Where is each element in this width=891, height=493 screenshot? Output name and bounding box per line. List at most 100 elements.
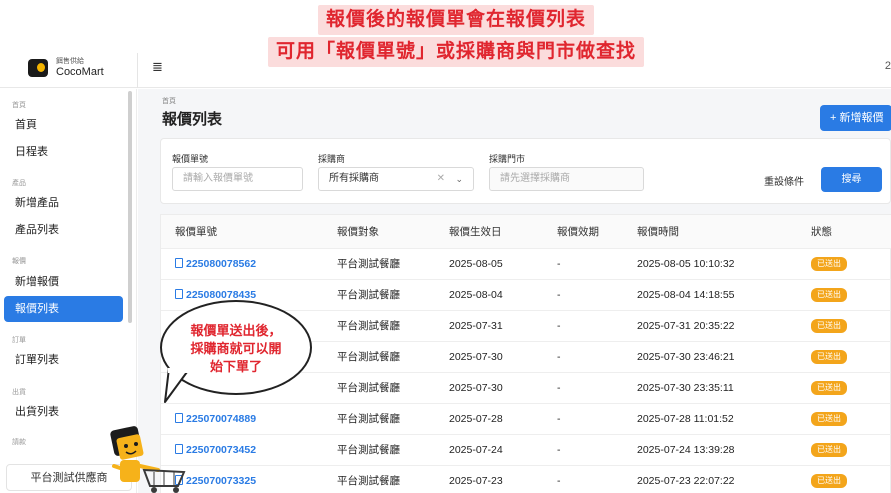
brand-name: CocoMart <box>56 65 104 78</box>
cell-status: 已送出 <box>811 404 847 435</box>
filter-panel: 報價單號 請輸入報價單號 採購商 所有採購商 ✕ ⌄ 採購門市 請先選擇採購商 … <box>160 138 891 204</box>
brand[interactable]: 餌售供給 CocoMart <box>28 58 104 78</box>
header-effective[interactable]: 報價生效日 <box>449 215 502 249</box>
quote-no-link[interactable]: 225080078562 <box>186 258 256 270</box>
cell-effective-date: 2025-08-05 <box>449 258 503 270</box>
cell-status: 已送出 <box>811 373 847 404</box>
cell-validity: - <box>557 444 561 456</box>
cell-target: 平台測試餐廳 <box>337 320 400 332</box>
breadcrumb[interactable]: 首頁 <box>162 96 176 106</box>
cell-target: 平台測試餐廳 <box>337 413 400 425</box>
speech-bubble-text: 報價單送出後， 採購商就可以開 始下單了 <box>172 322 300 376</box>
cell-validity: - <box>557 475 561 487</box>
quote-no-label: 報價單號 <box>172 154 209 164</box>
cell-validity: - <box>557 320 561 332</box>
table-row[interactable]: 225070074889 平台測試餐廳 2025-07-28 - 2025-07-28 … <box>161 404 891 435</box>
cell-effective-date: 2025-07-23 <box>449 475 503 487</box>
status-badge: 已送出 <box>811 257 847 272</box>
cell-quote-time: 2025-07-28 11:01:52 <box>637 413 734 425</box>
cell-target: 平台測試餐廳 <box>337 289 400 301</box>
clear-icon[interactable]: ✕ <box>437 168 445 190</box>
cell-status: 已送出 <box>811 311 847 342</box>
sidebar-item-schedule[interactable]: 日程表 <box>4 139 123 165</box>
sidebar-item-order-list[interactable]: 訂單列表 <box>4 347 123 373</box>
cell-target: 平台測試餐廳 <box>337 258 400 270</box>
status-badge: 已送出 <box>811 350 847 365</box>
cell-target: 平台測試餐廳 <box>337 382 400 394</box>
sidebar-item-quote-list[interactable]: 報價列表 <box>4 296 123 322</box>
cell-quote-time: 2025-07-30 23:35:11 <box>637 382 734 394</box>
sidebar-item-product-list[interactable]: 產品列表 <box>4 217 123 243</box>
status-badge: 已送出 <box>811 288 847 303</box>
cell-validity: - <box>557 289 561 301</box>
cell-target: 平台測試餐廳 <box>337 475 400 487</box>
bubble-line-3: 始下單了 <box>209 359 262 374</box>
cell-validity: - <box>557 351 561 363</box>
sidebar-item-new-product[interactable]: 新增產品 <box>4 190 123 216</box>
mascot-shopping-cart-icon <box>110 426 186 493</box>
cell-effective-date: 2025-07-31 <box>449 320 503 332</box>
store-select[interactable]: 請先選擇採購商 <box>489 167 644 191</box>
status-badge: 已送出 <box>811 474 847 489</box>
cell-quote-time: 2025-07-23 22:07:22 <box>637 475 735 487</box>
header-status[interactable]: 狀態 <box>811 215 832 249</box>
add-quote-button[interactable]: + 新增報價 <box>820 105 891 131</box>
buyer-select[interactable]: 所有採購商 ✕ ⌄ <box>318 167 474 191</box>
brand-text: 餌售供給 CocoMart <box>56 58 104 78</box>
cell-validity: - <box>557 413 561 425</box>
banner-line-1: 報價後的報價單會在報價列表 <box>317 5 594 35</box>
bubble-line-2: 採購商就可以開 <box>190 341 282 356</box>
table-row[interactable]: 225080078562 平台測試餐廳 2025-08-05 - 2025-08-05 … <box>161 249 891 280</box>
table-header: 報價單號 報價對象 報價生效日 報價效期 報價時間 狀態 <box>161 215 891 249</box>
menu-collapse-icon[interactable]: ≣ <box>152 59 163 75</box>
sidebar-group-ship: 出貨 <box>12 389 26 396</box>
quote-no-input[interactable]: 請輸入報價單號 <box>172 167 303 191</box>
table-row[interactable]: 225070073452 平台測試餐廳 2025-07-24 - 2025-07-24 … <box>161 435 891 466</box>
cell-quote-no[interactable]: 225080078562 <box>175 249 256 280</box>
cell-status: 已送出 <box>811 466 847 493</box>
cell-quote-time: 2025-08-05 10:10:32 <box>637 258 735 270</box>
cell-target: 平台測試餐廳 <box>337 444 400 456</box>
document-icon <box>175 258 183 268</box>
sidebar-scrollbar[interactable] <box>128 91 132 323</box>
quote-no-link[interactable]: 225070074889 <box>186 413 256 425</box>
cell-effective-date: 2025-07-28 <box>449 413 503 425</box>
reset-filters-button[interactable]: 重設條件 <box>764 173 804 188</box>
header-validity[interactable]: 報價效期 <box>557 215 599 249</box>
header-quote-no[interactable]: 報價單號 <box>175 215 217 249</box>
sidebar-group-product: 產品 <box>12 180 26 187</box>
sidebar-group-order: 訂單 <box>12 337 26 344</box>
buyer-select-value: 所有採購商 <box>329 173 379 184</box>
brand-subtitle: 餌售供給 <box>56 58 84 65</box>
quote-no-link[interactable]: 225070073452 <box>186 444 256 456</box>
cell-status: 已送出 <box>811 435 847 466</box>
annotation-banner: 報價後的報價單會在報價列表 可用「報價單號」或採購商與門市做查找 <box>243 5 669 67</box>
search-button[interactable]: 搜尋 <box>821 167 882 192</box>
cell-effective-date: 2025-07-24 <box>449 444 503 456</box>
buyer-label: 採購商 <box>318 154 346 164</box>
header-time[interactable]: 報價時間 <box>637 215 679 249</box>
cell-effective-date: 2025-08-04 <box>449 289 503 301</box>
quote-no-link[interactable]: 225080078435 <box>186 289 256 301</box>
status-badge: 已送出 <box>811 443 847 458</box>
status-badge: 已送出 <box>811 381 847 396</box>
quote-no-link[interactable]: 225070073325 <box>186 475 256 487</box>
bubble-line-1: 報價單送出後， <box>190 323 282 338</box>
cell-validity: - <box>557 258 561 270</box>
sidebar-group-reconcile: 請款 <box>12 439 26 446</box>
header-target[interactable]: 報價對象 <box>337 215 379 249</box>
cell-quote-time: 2025-08-04 14:18:55 <box>637 289 735 301</box>
sidebar-item-new-quote[interactable]: 新增報價 <box>4 269 123 295</box>
cell-status: 已送出 <box>811 249 847 280</box>
cell-quote-time: 2025-07-24 13:39:28 <box>637 444 735 456</box>
sidebar-item-home[interactable]: 首頁 <box>4 112 123 138</box>
document-icon <box>175 289 183 299</box>
status-badge: 已送出 <box>811 412 847 427</box>
user-menu[interactable]: 2 <box>885 60 891 72</box>
status-badge: 已送出 <box>811 319 847 334</box>
store-label: 採購門市 <box>489 154 526 164</box>
table-row[interactable]: 225070073325 平台測試餐廳 2025-07-23 - 2025-07-23 … <box>161 466 891 493</box>
cell-effective-date: 2025-07-30 <box>449 382 503 394</box>
cell-validity: - <box>557 382 561 394</box>
banner-line-2: 可用「報價單號」或採購商與門市做查找 <box>267 37 644 67</box>
